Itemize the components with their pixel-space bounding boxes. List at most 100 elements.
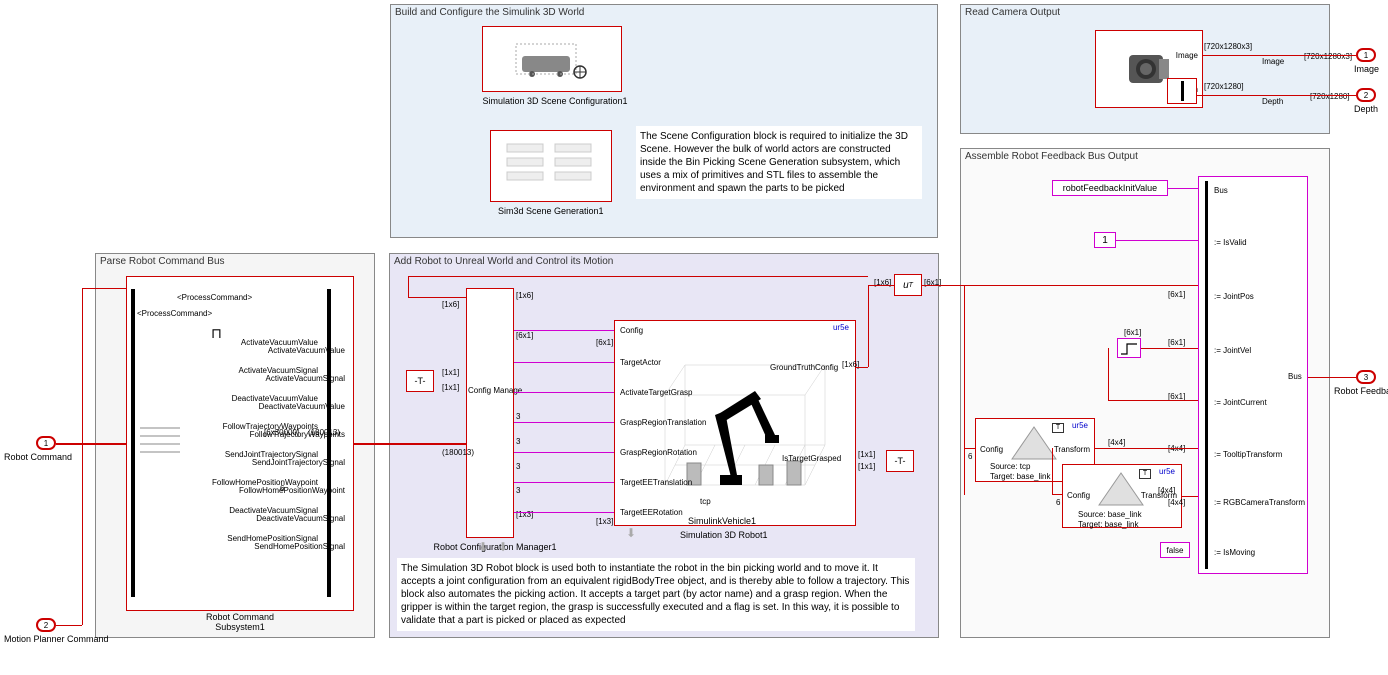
- down-arrow-icon-3: ⬇: [626, 526, 636, 540]
- dim-6x1-zoh2: [6x1]: [1168, 338, 1185, 347]
- build-desc: The Scene Configuration block is require…: [636, 126, 922, 199]
- outport-3[interactable]: 3: [1356, 370, 1376, 384]
- three-1: 3: [516, 412, 520, 421]
- sim3d-scene-gen-block[interactable]: [490, 130, 612, 202]
- zoh-block[interactable]: [1117, 338, 1141, 358]
- dim-4x4-d: [4x4]: [1168, 498, 1185, 507]
- dim-180-a: (180013): [442, 448, 474, 457]
- port-activategrasp: ActivateTargetGrasp: [620, 388, 692, 397]
- panel-parse-title: Parse Robot Command Bus: [100, 256, 225, 267]
- tr2-config: Config: [1067, 491, 1090, 500]
- tr2-T: T: [1139, 469, 1151, 479]
- sig-6b: DeactivateVacuumSignal: [217, 514, 345, 523]
- dim-1x6-a: [1x6]: [516, 291, 533, 300]
- busp-0: Bus: [1214, 186, 1228, 195]
- parse-dim1: [6x30000]: [264, 428, 299, 437]
- cam-dim1-b: [720x1280x3]: [1304, 52, 1352, 61]
- outport-1-label: Image: [1354, 64, 1379, 74]
- cam-depth-label: Depth: [1262, 97, 1283, 106]
- busp-1: := IsValid: [1214, 238, 1247, 247]
- tr1-T: T: [1052, 423, 1064, 433]
- cam-dim2-a: [720x1280]: [1204, 82, 1244, 91]
- ur5e-label: ur5e: [833, 323, 849, 332]
- diagram-icon: [140, 420, 180, 460]
- tcp-label: tcp: [700, 497, 711, 506]
- transpose-block[interactable]: uT: [894, 274, 922, 296]
- port-targeteerot: TargetEERotation: [620, 508, 683, 517]
- busp-2: := JointPos: [1214, 292, 1254, 301]
- robot-config-manager[interactable]: [466, 288, 514, 538]
- panel-build-title: Build and Configure the Simulink 3D Worl…: [395, 7, 584, 18]
- sig-2b: DeactivateVacuumValue: [217, 402, 345, 411]
- outport-1[interactable]: 1: [1356, 48, 1376, 62]
- sig-4b: SendJointTrajectorySignal: [213, 458, 345, 467]
- process-command-tag2: <ProcessCommand>: [137, 309, 212, 318]
- busp-5: := TooltipTransform: [1214, 450, 1282, 459]
- tr1-config: Config: [980, 445, 1003, 454]
- dim-6x1-b: [6x1]: [596, 338, 613, 347]
- init-value-const[interactable]: robotFeedbackInitValue: [1052, 180, 1168, 196]
- busp-3: := JointVel: [1214, 346, 1251, 355]
- three-3: 3: [516, 462, 520, 471]
- port-config: Config: [620, 326, 643, 335]
- goto-tag-T[interactable]: -T-: [406, 370, 434, 392]
- busp-7: := IsMoving: [1214, 548, 1255, 557]
- bus-selector-cam[interactable]: [1167, 78, 1197, 104]
- tr2-src: Source: base_link: [1078, 510, 1142, 519]
- sig-1b: ActivateVacuumSignal: [225, 374, 345, 383]
- down-arrow-icon-2: ⬇: [498, 540, 508, 554]
- sim3d-scene-gen-label: Sim3d Scene Generation1: [498, 206, 604, 216]
- port-graspregrot: GraspRegionRotation: [620, 448, 697, 457]
- port-gtconfig: GroundTruthConfig: [770, 363, 838, 372]
- tr1-ur5e: ur5e: [1072, 421, 1088, 430]
- port-graspregtrans: GraspRegionTranslation: [620, 418, 706, 427]
- sig-0b: ActivateVacuumValue: [225, 346, 345, 355]
- dim-6x1-zoh: [6x1]: [1124, 328, 1141, 337]
- inport-1[interactable]: 1: [36, 436, 56, 450]
- three-4: 3: [516, 486, 520, 495]
- dim-1x6-b: [1x6]: [442, 300, 459, 309]
- dim-1x3-a: [1x3]: [596, 517, 613, 526]
- outport-2[interactable]: 2: [1356, 88, 1376, 102]
- inport-2[interactable]: 2: [36, 618, 56, 632]
- cam-img-port: Image: [1176, 51, 1198, 60]
- scene-config-label: Simulation 3D Scene Configuration1: [455, 96, 655, 106]
- cam-img-label: Image: [1262, 57, 1284, 66]
- cfg-manager-label: Robot Configuration Manager1: [430, 542, 560, 552]
- panel-assemble-title: Assemble Robot Feedback Bus Output: [965, 151, 1138, 162]
- add-robot-desc: The Simulation 3D Robot block is used bo…: [397, 558, 915, 631]
- const-false[interactable]: false: [1160, 542, 1190, 558]
- tr2-six: 6: [1056, 498, 1060, 507]
- busp-4: := JointCurrent: [1214, 398, 1267, 407]
- tr2-tgt: Target: base_link: [1078, 520, 1138, 529]
- parse-dim2: (180013): [308, 428, 340, 437]
- tr1-six: 6: [968, 452, 972, 461]
- dim-4x4-c: [4x4]: [1158, 486, 1175, 495]
- scene-config-block[interactable]: [482, 26, 622, 92]
- dim-out1x1b: [1x1]: [858, 462, 875, 471]
- dim-6x1-jp: [6x1]: [1168, 290, 1185, 299]
- panel-read-cam-title: Read Camera Output: [965, 7, 1060, 18]
- inport-1-label: Robot Command: [4, 452, 72, 462]
- cfg-manage-label: Config Manage: [468, 386, 522, 395]
- panel-build: Build and Configure the Simulink 3D Worl…: [390, 4, 938, 238]
- outport-3-label: Robot Feedback: [1334, 386, 1388, 396]
- sig-5b: FollowHomePositionWaypoint: [203, 486, 345, 495]
- dim-4x4-a: [4x4]: [1108, 438, 1125, 447]
- const-one[interactable]: 1: [1094, 232, 1116, 248]
- down-arrow-icon: ⬇: [478, 540, 488, 554]
- bus-bar-left: [131, 289, 135, 597]
- dim-out1x1a: [1x1]: [858, 450, 875, 459]
- sig-7b: SendHomePositionSignal: [213, 542, 345, 551]
- dim-6x1-a: [6x1]: [516, 331, 533, 340]
- port-targeteetrans: TargetEETranslation: [620, 478, 692, 487]
- cam-dim2-b: [720x1280]: [1310, 92, 1350, 101]
- process-command-tag: <ProcessCommand>: [177, 293, 252, 302]
- subsystem-label: Robot Command Subsystem1: [170, 612, 310, 632]
- three-2: 3: [516, 437, 520, 446]
- sim3d-robot-label: Simulation 3D Robot1: [680, 530, 768, 540]
- goto-tag-T-out[interactable]: -T-: [886, 450, 914, 472]
- dim-1x1-b: [1x1]: [442, 383, 459, 392]
- bus-bar-internal: [1205, 181, 1208, 569]
- inport-2-label: Motion Planner Command: [4, 634, 109, 644]
